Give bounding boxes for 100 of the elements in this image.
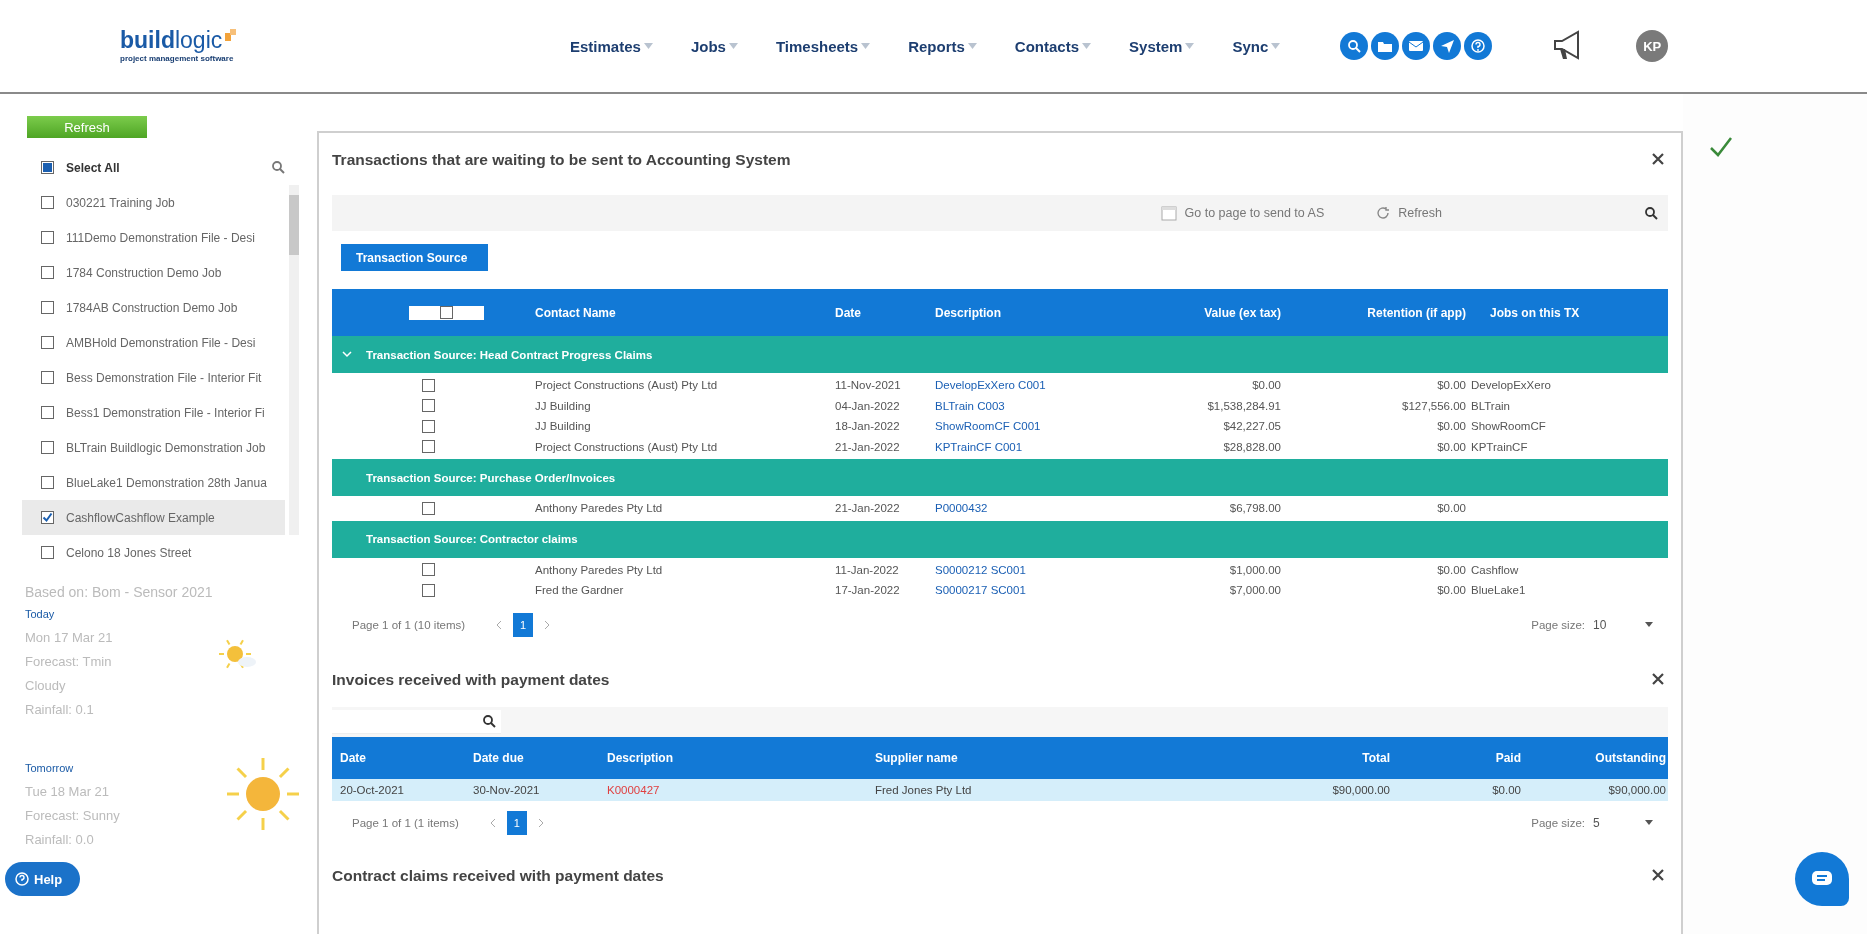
weather-text: Rainfall: 0.1 — [25, 701, 94, 719]
nav-menu-item[interactable]: System — [1129, 37, 1195, 55]
checkbox[interactable] — [422, 378, 435, 392]
nav-menu-item[interactable]: Jobs — [690, 37, 738, 55]
column-header[interactable]: Contact Name — [532, 305, 832, 320]
column-header[interactable]: Jobs on this TX — [1466, 305, 1668, 320]
search-button[interactable] — [1340, 32, 1369, 60]
checkbox[interactable] — [440, 306, 453, 319]
description-link[interactable]: S0000217 SC001 — [932, 584, 1098, 597]
nav-menu-item[interactable]: Timesheets — [775, 37, 871, 55]
nav-menu-item[interactable]: Contacts — [1014, 37, 1092, 55]
paper-plane-icon — [1440, 39, 1454, 53]
page-size-select[interactable]: 10 — [1593, 617, 1653, 632]
page-button[interactable]: 1 — [513, 612, 534, 637]
page-button[interactable]: 1 — [506, 810, 527, 835]
table-cell-text: Project Constructions (Aust) Pty Ltd — [534, 440, 719, 453]
page-size-label: Page size: — [1531, 618, 1585, 631]
job-list-item[interactable]: 1784 Construction Demo Job — [22, 255, 285, 290]
checkbox[interactable] — [422, 501, 435, 515]
job-list-item[interactable]: Bess1 Demonstration File - Interior Fi — [22, 395, 285, 430]
table-cell-text: Cashflow — [1470, 563, 1520, 576]
checkbox[interactable] — [41, 441, 54, 454]
close-button[interactable] — [1652, 868, 1666, 883]
checkbox[interactable] — [41, 231, 54, 244]
checkbox[interactable] — [41, 476, 54, 489]
caret-icon — [1082, 43, 1092, 49]
description-link[interactable]: S0000212 SC001 — [932, 563, 1098, 576]
column-header[interactable]: Total — [1277, 750, 1390, 765]
page-size-select[interactable]: 5 — [1593, 815, 1653, 830]
job-list-item[interactable]: 111Demo Demonstration File - Desi — [22, 220, 285, 255]
checkbox[interactable] — [41, 546, 54, 559]
refresh-button[interactable]: Refresh — [1370, 205, 1448, 221]
checkbox[interactable] — [422, 419, 435, 433]
description-link[interactable]: ShowRoomCF C001 — [932, 420, 1098, 433]
job-list-item[interactable]: BLTrain Buildlogic Demonstration Job — [22, 430, 285, 465]
column-header[interactable]: Description — [932, 305, 1098, 320]
column-header[interactable]: Date due — [465, 750, 599, 765]
panel-title: Invoices received with payment dates — [332, 670, 610, 689]
search-field[interactable] — [332, 709, 501, 734]
mail-button[interactable] — [1402, 32, 1431, 60]
column-header[interactable]: Date — [832, 305, 932, 320]
scrollbar[interactable] — [289, 185, 299, 535]
checkbox[interactable] — [41, 196, 54, 209]
job-list-item[interactable]: CashflowCashflow Example — [22, 500, 285, 535]
checkbox[interactable] — [41, 406, 54, 419]
table-cell-text: 21-Jan-2022 — [834, 440, 901, 453]
description-link[interactable]: KPTrainCF C001 — [932, 440, 1098, 453]
send-button[interactable] — [1433, 32, 1462, 60]
close-button[interactable] — [1652, 672, 1666, 687]
job-list-item[interactable]: 1784AB Construction Demo Job — [22, 290, 285, 325]
table-row[interactable]: 20-Oct-2021 30-Nov-2021 K0000427 Fred Jones Pty Ltd $90,000.00 $0.00 $90,000.00 — [332, 778, 1668, 801]
description-link[interactable]: P0000432 — [932, 502, 1098, 515]
pager-info: Page 1 of 1 (1 items) — [352, 816, 459, 829]
column-header[interactable]: Retention (if app) — [1281, 305, 1466, 320]
folder-button[interactable] — [1371, 32, 1400, 60]
nav-menu-item[interactable]: Sync — [1232, 37, 1281, 55]
group-by-button[interactable]: Transaction Source — [341, 244, 488, 271]
job-list-item[interactable]: AMBHold Demonstration File - Desi — [22, 325, 285, 360]
checkmark-icon[interactable] — [1709, 136, 1733, 158]
chevron-down-icon[interactable] — [342, 351, 352, 358]
user-avatar[interactable]: KP — [1636, 30, 1669, 62]
job-list-item[interactable]: Celono 18 Jones Street — [22, 535, 285, 570]
column-header[interactable]: Supplier name — [867, 750, 1277, 765]
search-icon — [1645, 206, 1658, 220]
caret-icon — [728, 43, 738, 49]
checkbox[interactable] — [41, 336, 54, 349]
close-button[interactable] — [1652, 153, 1666, 167]
checkbox[interactable] — [41, 371, 54, 384]
checkbox[interactable] — [422, 563, 435, 577]
column-header[interactable]: Date — [332, 750, 465, 765]
table-cell-text: JJ Building — [534, 420, 592, 433]
description-link[interactable]: DevelopExXero C001 — [932, 379, 1098, 392]
table-cell-text: $0.00 — [1436, 584, 1466, 597]
go-to-page-button[interactable]: Go to page to send to AS — [1154, 204, 1331, 222]
weather-source: Based on: Bom - Sensor 2021 — [25, 584, 214, 600]
column-header[interactable]: Value (ex tax) — [1098, 305, 1281, 320]
table-cell-text: $1,538,284.91 — [1206, 399, 1281, 412]
table-cell-text: DevelopExXero — [1470, 379, 1552, 392]
caret-icon — [967, 43, 977, 49]
help-button[interactable]: Help — [5, 862, 80, 896]
job-list-item[interactable]: Bess Demonstration File - Interior Fit — [22, 360, 285, 395]
job-list-item[interactable]: 030221 Training Job — [22, 185, 285, 220]
column-header[interactable]: Paid — [1390, 750, 1521, 765]
description-link[interactable]: BLTrain C003 — [932, 399, 1098, 412]
column-header[interactable]: Description — [599, 750, 867, 765]
checkbox[interactable] — [41, 266, 54, 279]
envelope-icon — [1409, 41, 1424, 51]
checkbox[interactable] — [422, 583, 435, 597]
column-header[interactable]: Outstanding — [1521, 750, 1666, 765]
nav-menu-item[interactable]: Estimates — [570, 37, 653, 55]
day-heading: Today — [25, 608, 56, 620]
checkbox[interactable] — [41, 301, 54, 314]
checkbox[interactable] — [41, 511, 54, 524]
help-button[interactable] — [1464, 32, 1493, 60]
page-size-label: Page size: — [1531, 816, 1585, 829]
job-list-item[interactable]: BlueLake1 Demonstration 28th Janua — [22, 465, 285, 500]
checkbox[interactable] — [422, 399, 435, 413]
checkbox[interactable] — [422, 440, 435, 454]
nav-menu-item[interactable]: Reports — [908, 37, 977, 55]
checkbox[interactable] — [41, 161, 54, 174]
